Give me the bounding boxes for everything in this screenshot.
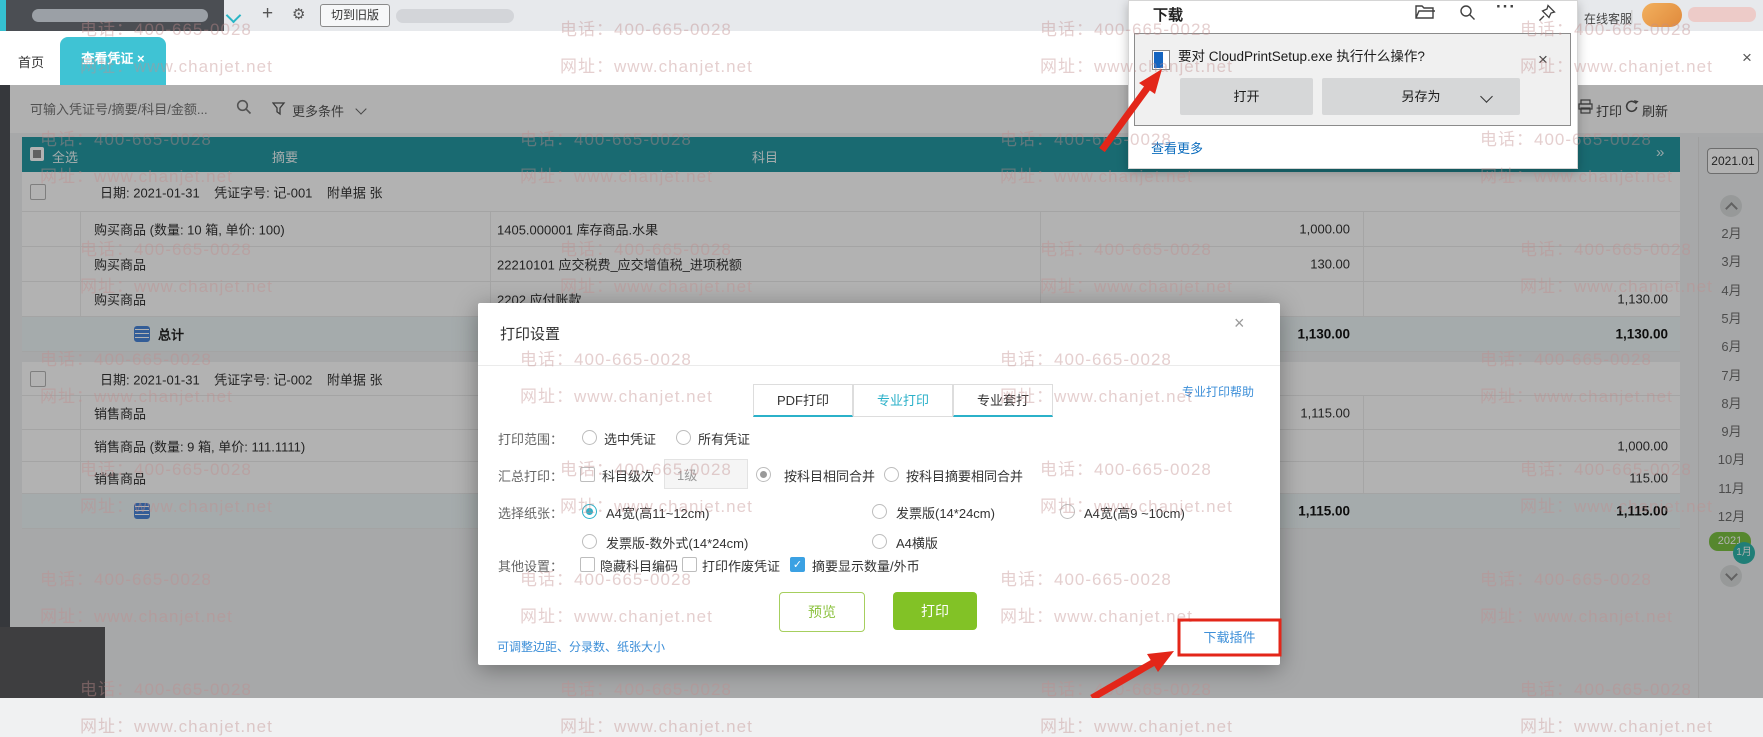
print-range-label: 打印范围： (498, 432, 564, 447)
checkbox-hide-account-code-label[interactable]: 隐藏科目编码 (600, 556, 678, 575)
radio-selected-vouchers[interactable] (582, 430, 597, 445)
radio-paper-a4-11-12-label[interactable]: A4宽(高11~12cm) (606, 503, 709, 522)
redacted-tab-title (32, 9, 208, 22)
dialog-close-icon[interactable]: × (1234, 313, 1245, 334)
pro-print-help-link[interactable]: 专业打印帮助 (1182, 383, 1254, 400)
preview-button[interactable]: 预览 (779, 592, 865, 632)
open-folder-icon[interactable] (1415, 4, 1435, 20)
download-prompt: 要对 CloudPrintSetup.exe 执行什么操作? (1178, 49, 1425, 64)
checkbox-summary-show-qty-label[interactable]: 摘要显示数量/外币 (812, 556, 920, 575)
divider: | (1630, 7, 1634, 23)
dialog-title: 打印设置 (500, 326, 561, 343)
new-tab-icon[interactable]: + (262, 3, 273, 25)
radio-paper-invoice-label[interactable]: 发票版(14*24cm) (896, 503, 995, 522)
radio-selected-vouchers-label[interactable]: 选中凭证 (604, 429, 656, 448)
tab-pdf-print[interactable]: PDF打印 (753, 384, 853, 417)
see-more-link[interactable]: 查看更多 (1151, 138, 1203, 157)
download-item-close-icon[interactable]: × (1538, 50, 1548, 70)
checkbox-hide-account-code[interactable] (580, 557, 595, 572)
redacted-url (396, 9, 514, 23)
print-confirm-button[interactable]: 打印 (893, 592, 977, 630)
adjust-settings-link[interactable]: 可调整边距、分录数、纸张大小 (497, 638, 665, 655)
tab-pro-template[interactable]: 专业套打 (953, 384, 1053, 417)
other-settings-label: 其他设置： (498, 559, 564, 574)
summary-print-label: 汇总打印： (498, 469, 564, 484)
radio-merge-same-account[interactable] (756, 467, 771, 482)
radio-paper-a4-9-10-label[interactable]: A4宽(高9 ~10cm) (1084, 503, 1185, 522)
save-as-chevron-icon (1480, 90, 1493, 103)
tab-dropdown-chevron-icon[interactable] (225, 7, 242, 24)
redacted-username (1688, 7, 1756, 22)
print-settings-dialog: 打印设置 × PDF打印 专业打印 专业套打 专业打印帮助 打印范围： 选中凭证… (478, 303, 1280, 665)
subject-level-label[interactable]: 科目级次 (602, 466, 654, 485)
more-options-icon[interactable]: ··· (1496, 0, 1516, 17)
panel-close-icon[interactable]: × (1742, 48, 1752, 68)
radio-paper-invoice-ext[interactable] (582, 534, 597, 549)
radio-merge-same-summary[interactable] (884, 467, 899, 482)
settings-gear-icon[interactable]: ⚙ (292, 5, 305, 23)
open-file-button[interactable]: 打开 (1180, 78, 1313, 115)
radio-all-vouchers-label[interactable]: 所有凭证 (698, 429, 750, 448)
download-plugin-link[interactable]: 下载插件 (1179, 620, 1280, 655)
divider (478, 365, 1280, 366)
download-item: 要对 CloudPrintSetup.exe 执行什么操作? × 打开 另存为 (1134, 33, 1571, 126)
tab-pro-print[interactable]: 专业打印 (853, 384, 953, 417)
checkbox-print-void-voucher[interactable] (682, 557, 697, 572)
download-flyout-title: 下载 (1153, 7, 1184, 24)
tab-home[interactable]: 首页 (18, 52, 44, 71)
radio-all-vouchers[interactable] (676, 430, 691, 445)
save-as-button[interactable]: 另存为 (1322, 78, 1520, 115)
search-downloads-icon[interactable] (1459, 4, 1476, 21)
switch-old-version-button[interactable]: 切到旧版 (320, 4, 390, 27)
radio-paper-a4-landscape-label[interactable]: A4横版 (896, 533, 938, 552)
radio-paper-a4-9-10[interactable] (1060, 504, 1075, 519)
pin-icon[interactable] (1538, 4, 1556, 22)
online-service-link[interactable]: 在线客服 (1584, 10, 1632, 27)
tab-view-voucher-label: 查看凭证 (81, 51, 134, 66)
checkbox-print-void-voucher-label[interactable]: 打印作废凭证 (702, 556, 780, 575)
radio-paper-invoice[interactable] (872, 504, 887, 519)
tab-view-voucher[interactable]: 查看凭证 × (60, 37, 166, 85)
save-as-label: 另存为 (1401, 89, 1441, 104)
exe-file-icon (1152, 50, 1170, 70)
checkbox-subject-level[interactable] (580, 467, 595, 482)
radio-paper-a4-landscape[interactable] (872, 534, 887, 549)
level-input[interactable] (664, 459, 748, 489)
radio-merge-same-account-label[interactable]: 按科目相同合并 (784, 466, 875, 485)
radio-paper-a4-11-12[interactable] (582, 504, 597, 519)
radio-paper-invoice-ext-label[interactable]: 发票版-数外式(14*24cm) (606, 533, 748, 552)
checkbox-summary-show-qty[interactable]: ✓ (790, 557, 805, 572)
radio-merge-same-summary-label[interactable]: 按科目摘要相同合并 (906, 466, 1023, 485)
download-flyout: 下载 ··· 要对 CloudPrintSetup.exe 执行什么操作? × … (1128, 0, 1578, 169)
paper-label: 选择纸张： (498, 506, 564, 521)
avatar[interactable] (1642, 3, 1682, 27)
tab-close-icon[interactable]: × (137, 51, 145, 66)
